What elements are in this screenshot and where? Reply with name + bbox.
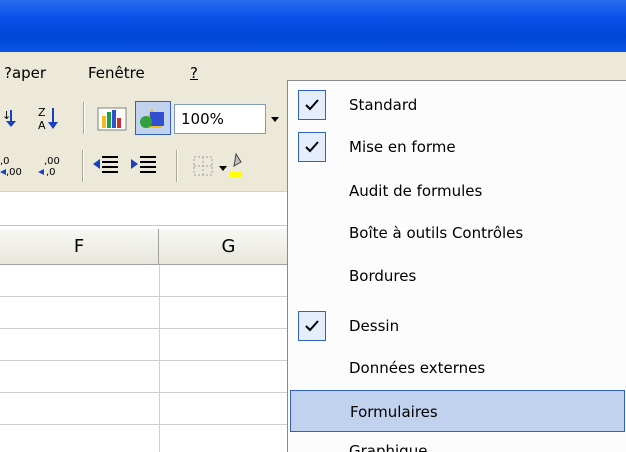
menu-item-label: Boîte à outils Contrôles	[349, 224, 524, 242]
menu-fenetre-label: Fenêtre	[88, 64, 145, 82]
chart-wizard-icon[interactable]	[96, 104, 128, 132]
zoom-value: 100%	[181, 110, 224, 128]
zoom-combobox[interactable]: 100%	[174, 104, 266, 134]
checkmark-icon	[305, 320, 319, 332]
svg-text:↓: ↓	[2, 109, 11, 122]
zoom-dropdown-arrow-icon[interactable]	[270, 114, 280, 124]
menu-check-box	[298, 90, 326, 120]
menu-item-label: Mise en forme	[349, 138, 456, 156]
menu-item-graphique[interactable]: Graphique	[288, 434, 626, 452]
menu-item-audit-de-formules[interactable]: Audit de formules	[288, 170, 626, 212]
decrease-decimal-icon[interactable]: ,00 ,0	[38, 152, 72, 178]
increase-decimal-icon[interactable]: ,0 ,00	[0, 152, 34, 178]
toolbar-separator	[82, 150, 84, 182]
menu-item-formulaires[interactable]: Formulaires	[290, 390, 625, 432]
menu-item-label: Bordures	[349, 267, 417, 285]
toolbar-separator	[83, 102, 85, 134]
checkmark-icon	[305, 141, 319, 153]
menu-item-donnees-externes[interactable]: Données externes	[288, 347, 626, 389]
grid-line	[159, 265, 160, 452]
drawing-toggle-button[interactable]	[135, 101, 171, 135]
column-header-g-label: G	[221, 236, 236, 257]
menu-item-label: Dessin	[349, 317, 400, 335]
menu-item-label: Standard	[349, 96, 418, 114]
decrease-indent-icon[interactable]	[92, 154, 120, 176]
menu-check-box	[298, 132, 326, 162]
menu-paper-label: ?aper	[4, 64, 47, 82]
svg-text:,0: ,0	[46, 167, 56, 178]
menu-item-standard[interactable]: Standard	[288, 84, 626, 126]
svg-text:,00: ,00	[44, 156, 60, 167]
window-titlebar	[0, 0, 626, 52]
menu-paper[interactable]: ?aper	[4, 64, 46, 82]
menu-item-label: Formulaires	[350, 403, 438, 421]
menu-item-bordures[interactable]: Bordures	[288, 255, 626, 297]
column-header-f-label: F	[73, 236, 85, 257]
sort-ascending-icon[interactable]: ↓	[2, 107, 20, 129]
column-header-f[interactable]: F	[0, 229, 159, 265]
fill-color-icon[interactable]	[230, 152, 242, 178]
svg-text:A: A	[38, 119, 46, 132]
borders-dropdown-arrow-icon[interactable]	[218, 163, 228, 173]
checkmark-icon	[305, 99, 319, 111]
svg-text:Z: Z	[38, 106, 46, 119]
increase-indent-icon[interactable]	[130, 154, 158, 176]
svg-text:,00: ,00	[6, 167, 22, 178]
svg-text:,0: ,0	[0, 156, 10, 167]
menu-fenetre[interactable]: Fenêtre	[88, 64, 145, 82]
sort-descending-icon[interactable]: Z A	[38, 104, 64, 132]
column-header-g[interactable]: G	[159, 229, 299, 265]
menu-item-label: Audit de formules	[349, 182, 483, 200]
toolbar-separator	[176, 150, 178, 182]
menu-item-label: Graphique	[349, 442, 428, 452]
menu-item-label: Données externes	[349, 359, 486, 377]
toolbars-menu: Standard Mise en forme Audit de formules…	[287, 80, 626, 452]
menu-item-mise-en-forme[interactable]: Mise en forme	[288, 126, 626, 168]
borders-icon[interactable]	[192, 155, 214, 177]
menu-check-box	[298, 311, 326, 341]
menu-help[interactable]: ?	[190, 64, 198, 82]
menu-help-label: ?	[190, 64, 198, 82]
menu-item-dessin[interactable]: Dessin	[288, 305, 626, 347]
drawing-icon	[140, 108, 164, 128]
menu-item-boite-a-outils-controles[interactable]: Boîte à outils Contrôles	[288, 212, 626, 254]
